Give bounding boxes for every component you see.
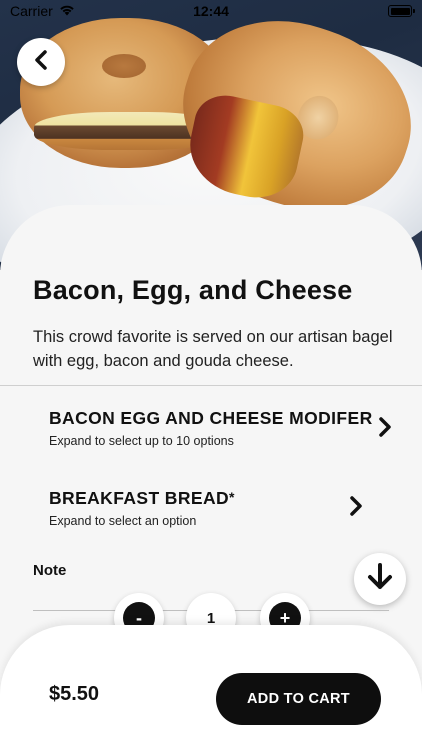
add-to-cart-button[interactable]: ADD TO CART [216,673,381,725]
item-price: $5.50 [49,683,100,705]
modifier-title: BREAKFAST BREAD* [49,488,235,508]
modifier-row-breakfast-bread[interactable]: BREAKFAST BREAD* Expand to select an opt… [49,488,235,528]
chevron-right-icon[interactable] [349,496,363,521]
modifier-subtitle: Expand to select an option [49,514,197,528]
divider [0,385,422,386]
note-label: Note [33,562,67,579]
modifier-title: BACON EGG AND CHEESE MODIFER [49,408,373,428]
checkout-bar: $5.50 ADD TO CART [0,625,422,750]
battery-icon [388,5,415,17]
arrow-down-icon [367,562,393,596]
back-button[interactable] [17,38,65,86]
required-asterisk: * [229,489,235,505]
item-description: This crowd favorite is served on our art… [33,328,393,370]
chevron-left-icon [34,49,48,75]
modifier-row-bacon-egg-cheese[interactable]: BACON EGG AND CHEESE MODIFER Expand to s… [49,408,373,448]
chevron-right-icon[interactable] [378,417,392,442]
carrier-label: Carrier [10,3,53,19]
item-title: Bacon, Egg, and Cheese [33,275,353,305]
wifi-icon [59,3,75,19]
status-bar: Carrier 12:44 [0,0,422,22]
scroll-down-button[interactable] [354,553,406,605]
modifier-subtitle: Expand to select up to 10 options [49,434,234,448]
